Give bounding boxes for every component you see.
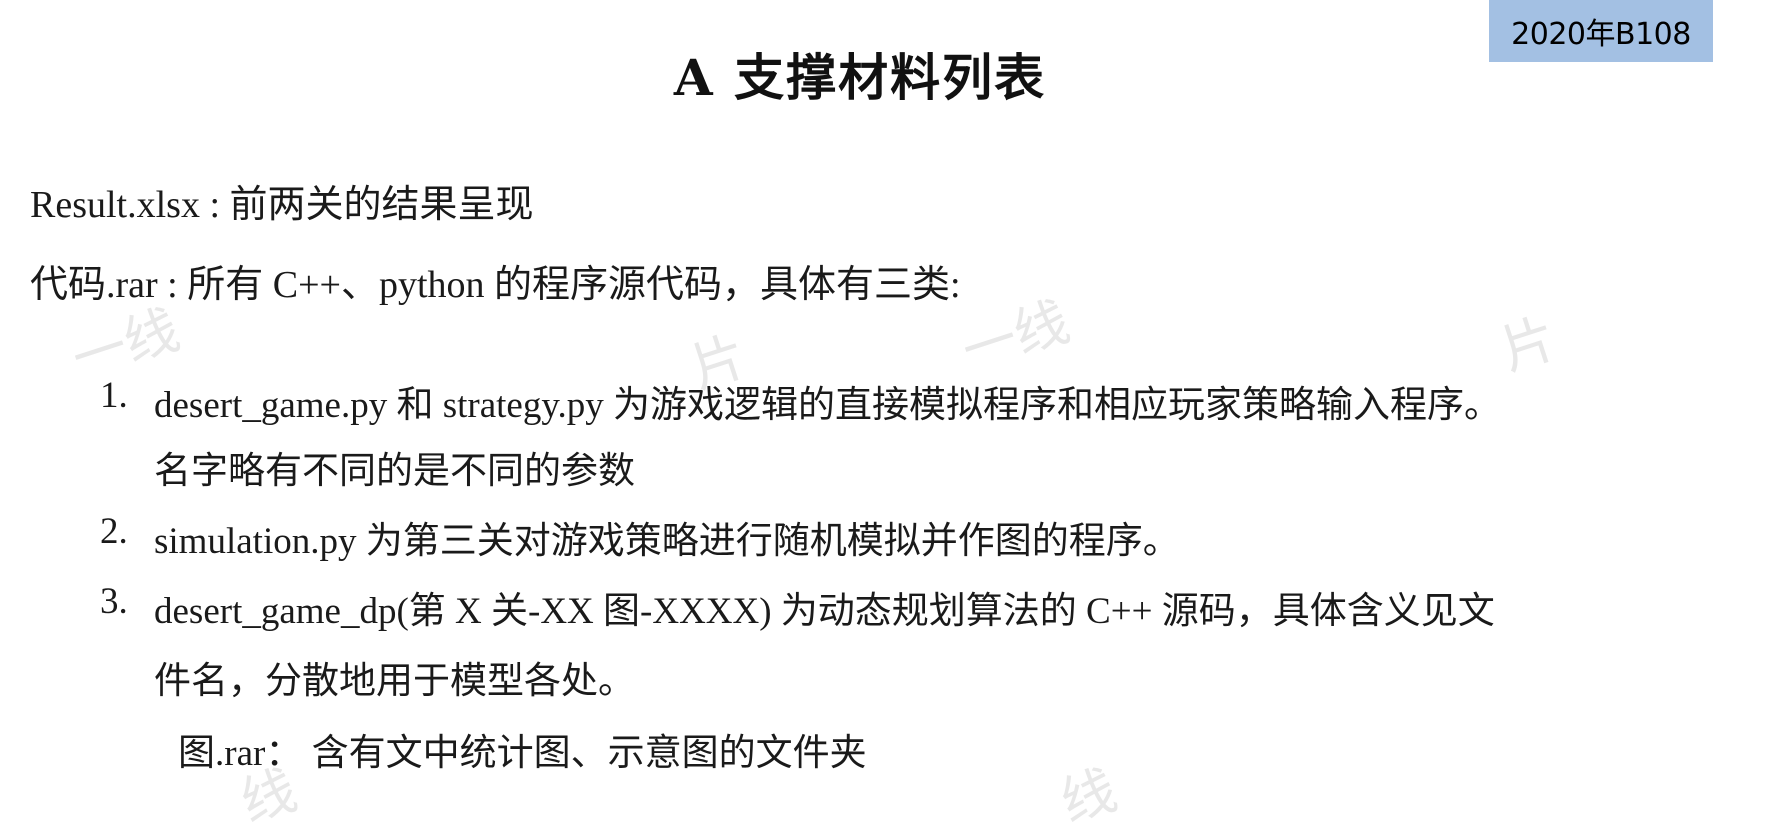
watermark: 线 (1053, 757, 1124, 835)
result-file-line: Result.xlsx : 前两关的结果呈现 (30, 184, 534, 226)
list-item-text-continued: 件名，分散地用于模型各处。 (154, 661, 635, 702)
document-page: 一线 片 一线 片 线 线 2020年B108 A 支撑材料列表 Result.… (0, 0, 1776, 835)
list-item-text: desert_game_dp(第 X 关-XX 图-XXXX) 为动态规划算法的… (154, 591, 1495, 632)
list-item-number: 1. (100, 375, 128, 416)
watermark: 片 (1493, 305, 1564, 383)
list-item-text-continued: 名字略有不同的是不同的参数 (154, 451, 635, 492)
list-item-text: simulation.py 为第三关对游戏策略进行随机模拟并作图的程序。 (154, 521, 1180, 562)
watermark: 一线 (954, 289, 1077, 383)
page-title: A 支撑材料列表 (673, 48, 1047, 107)
list-item-number: 2. (100, 511, 128, 552)
figures-file-line: 图.rar： 含有文中统计图、示意图的文件夹 (178, 733, 867, 774)
list-item-text: desert_game.py 和 strategy.py 为游戏逻辑的直接模拟程… (154, 385, 1501, 426)
code-file-line: 代码.rar : 所有 C++、python 的程序源代码，具体有三类: (30, 264, 961, 306)
list-item-number: 3. (100, 581, 128, 622)
